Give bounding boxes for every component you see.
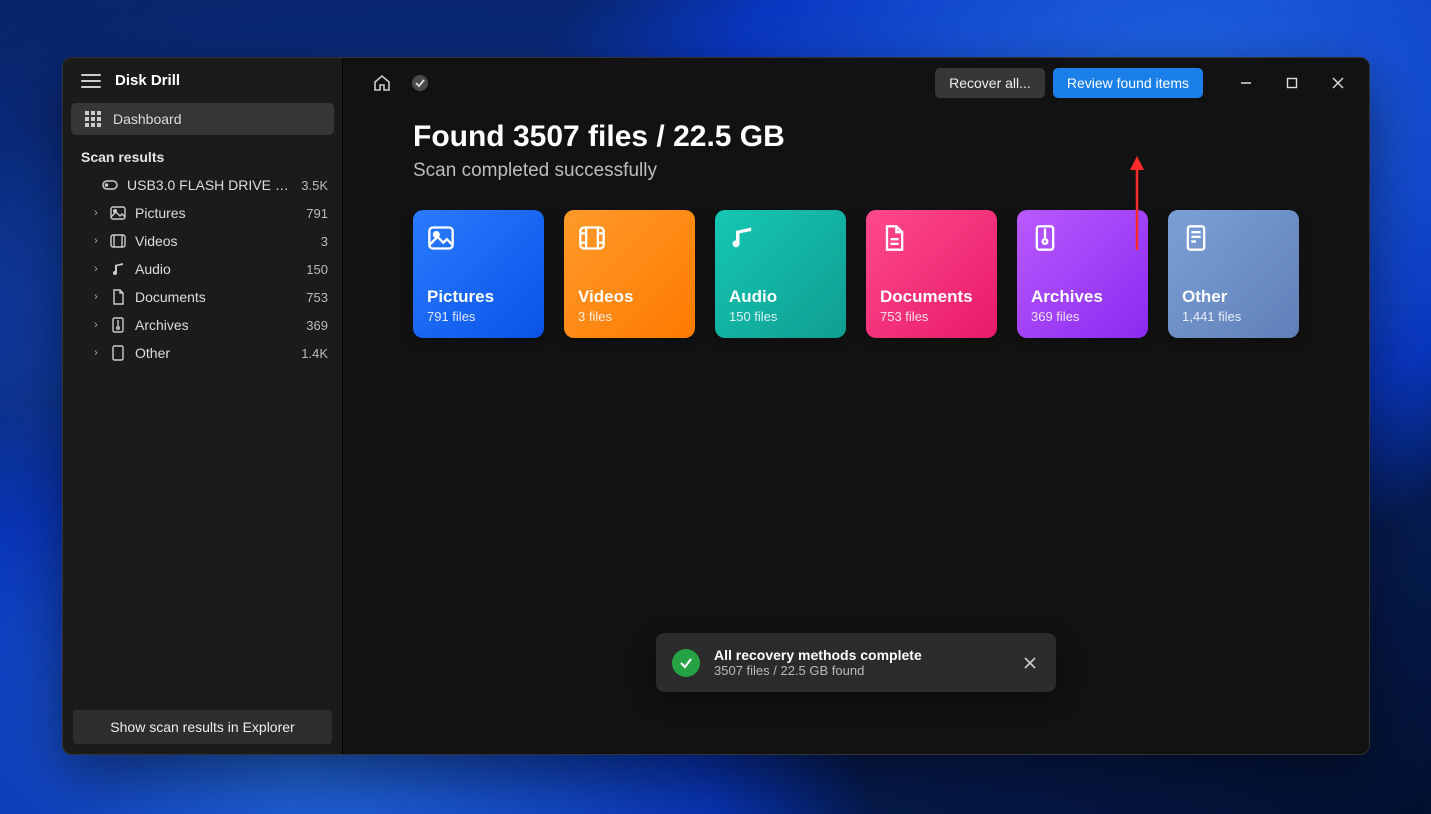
card-subtitle: 753 files (880, 309, 983, 324)
tree-row-videos[interactable]: › Videos 3 (69, 227, 336, 255)
drive-icon (101, 179, 119, 191)
check-circle-icon (411, 74, 429, 92)
tree-device-row[interactable]: USB3.0 FLASH DRIVE US... 3.5K (69, 171, 336, 199)
sidebar-section-header: Scan results (63, 135, 342, 171)
tree-label: Pictures (135, 205, 298, 221)
tree-row-archives[interactable]: › Archives 369 (69, 311, 336, 339)
card-title: Archives (1031, 287, 1134, 307)
tree-label: Documents (135, 289, 298, 305)
home-button[interactable] (367, 68, 397, 98)
music-icon (729, 224, 757, 252)
tree-row-other[interactable]: › Other 1.4K (69, 339, 336, 367)
scan-results-tree: USB3.0 FLASH DRIVE US... 3.5K › Pictures… (63, 171, 342, 367)
card-archives[interactable]: Archives 369 files (1017, 210, 1148, 338)
app-title: Disk Drill (115, 72, 180, 89)
archive-icon (109, 317, 127, 333)
tree-row-pictures[interactable]: › Pictures 791 (69, 199, 336, 227)
maximize-icon (1286, 77, 1298, 89)
tree-label: Archives (135, 317, 298, 333)
card-videos[interactable]: Videos 3 files (564, 210, 695, 338)
card-title: Audio (729, 287, 832, 307)
sidebar-item-label: Dashboard (113, 111, 182, 127)
close-icon (1024, 657, 1036, 669)
file-icon (1182, 224, 1210, 252)
home-icon (373, 74, 391, 92)
picture-icon (109, 206, 127, 220)
show-in-explorer-button[interactable]: Show scan results in Explorer (73, 710, 332, 744)
tree-label: Videos (135, 233, 313, 249)
tree-count: 150 (306, 262, 330, 277)
card-subtitle: 1,441 files (1182, 309, 1285, 324)
sidebar: Disk Drill Dashboard Scan results USB3.0… (63, 58, 343, 754)
recover-all-button[interactable]: Recover all... (935, 68, 1045, 98)
main-pane: Recover all... Review found items Found … (343, 58, 1369, 754)
toast-notification: All recovery methods complete 3507 files… (656, 633, 1056, 692)
tree-label: Audio (135, 261, 298, 277)
card-other[interactable]: Other 1,441 files (1168, 210, 1299, 338)
chevron-right-icon: › (91, 263, 101, 275)
video-icon (578, 224, 606, 252)
content-area: Found 3507 files / 22.5 GB Scan complete… (343, 108, 1369, 338)
document-icon (880, 224, 908, 252)
tree-label: Other (135, 345, 293, 361)
minimize-icon (1240, 77, 1252, 89)
tree-count: 369 (306, 318, 330, 333)
tree-count: 791 (306, 206, 330, 221)
status-check-button[interactable] (405, 68, 435, 98)
results-headline: Found 3507 files / 22.5 GB (413, 120, 1299, 154)
maximize-button[interactable] (1269, 68, 1315, 98)
chevron-right-icon: › (91, 319, 101, 331)
tree-count: 3 (321, 234, 330, 249)
card-title: Videos (578, 287, 681, 307)
results-subhead: Scan completed successfully (413, 160, 1299, 182)
card-title: Documents (880, 287, 983, 307)
tree-row-documents[interactable]: › Documents 753 (69, 283, 336, 311)
card-pictures[interactable]: Pictures 791 files (413, 210, 544, 338)
tree-device-label: USB3.0 FLASH DRIVE US... (127, 177, 293, 193)
card-audio[interactable]: Audio 150 files (715, 210, 846, 338)
card-title: Pictures (427, 287, 530, 307)
chevron-right-icon: › (91, 235, 101, 247)
card-subtitle: 791 files (427, 309, 530, 324)
picture-icon (427, 224, 455, 252)
tree-device-count: 3.5K (301, 178, 330, 193)
toast-close-button[interactable] (1020, 653, 1040, 673)
review-found-items-button[interactable]: Review found items (1053, 68, 1203, 98)
topbar: Recover all... Review found items (343, 58, 1369, 108)
tree-count: 753 (306, 290, 330, 305)
tree-row-audio[interactable]: › Audio 150 (69, 255, 336, 283)
file-icon (109, 345, 127, 361)
music-icon (109, 261, 127, 277)
sidebar-item-dashboard[interactable]: Dashboard (71, 103, 334, 135)
card-subtitle: 3 files (578, 309, 681, 324)
close-icon (1332, 77, 1344, 89)
app-window: Disk Drill Dashboard Scan results USB3.0… (62, 57, 1370, 755)
chevron-right-icon: › (91, 347, 101, 359)
chevron-right-icon: › (91, 291, 101, 303)
video-icon (109, 234, 127, 248)
check-circle-icon (672, 649, 700, 677)
card-documents[interactable]: Documents 753 files (866, 210, 997, 338)
sidebar-header: Disk Drill (63, 58, 342, 103)
toast-title: All recovery methods complete (714, 647, 1006, 663)
minimize-button[interactable] (1223, 68, 1269, 98)
archive-icon (1031, 224, 1059, 252)
card-subtitle: 369 files (1031, 309, 1134, 324)
card-subtitle: 150 files (729, 309, 832, 324)
toast-subtitle: 3507 files / 22.5 GB found (714, 663, 1006, 678)
card-title: Other (1182, 287, 1285, 307)
tree-count: 1.4K (301, 346, 330, 361)
category-cards: Pictures 791 files Videos 3 files Audio (413, 210, 1299, 338)
hamburger-icon[interactable] (81, 74, 101, 88)
close-button[interactable] (1315, 68, 1361, 98)
document-icon (109, 289, 127, 305)
chevron-right-icon: › (91, 207, 101, 219)
grid-icon (85, 111, 101, 127)
